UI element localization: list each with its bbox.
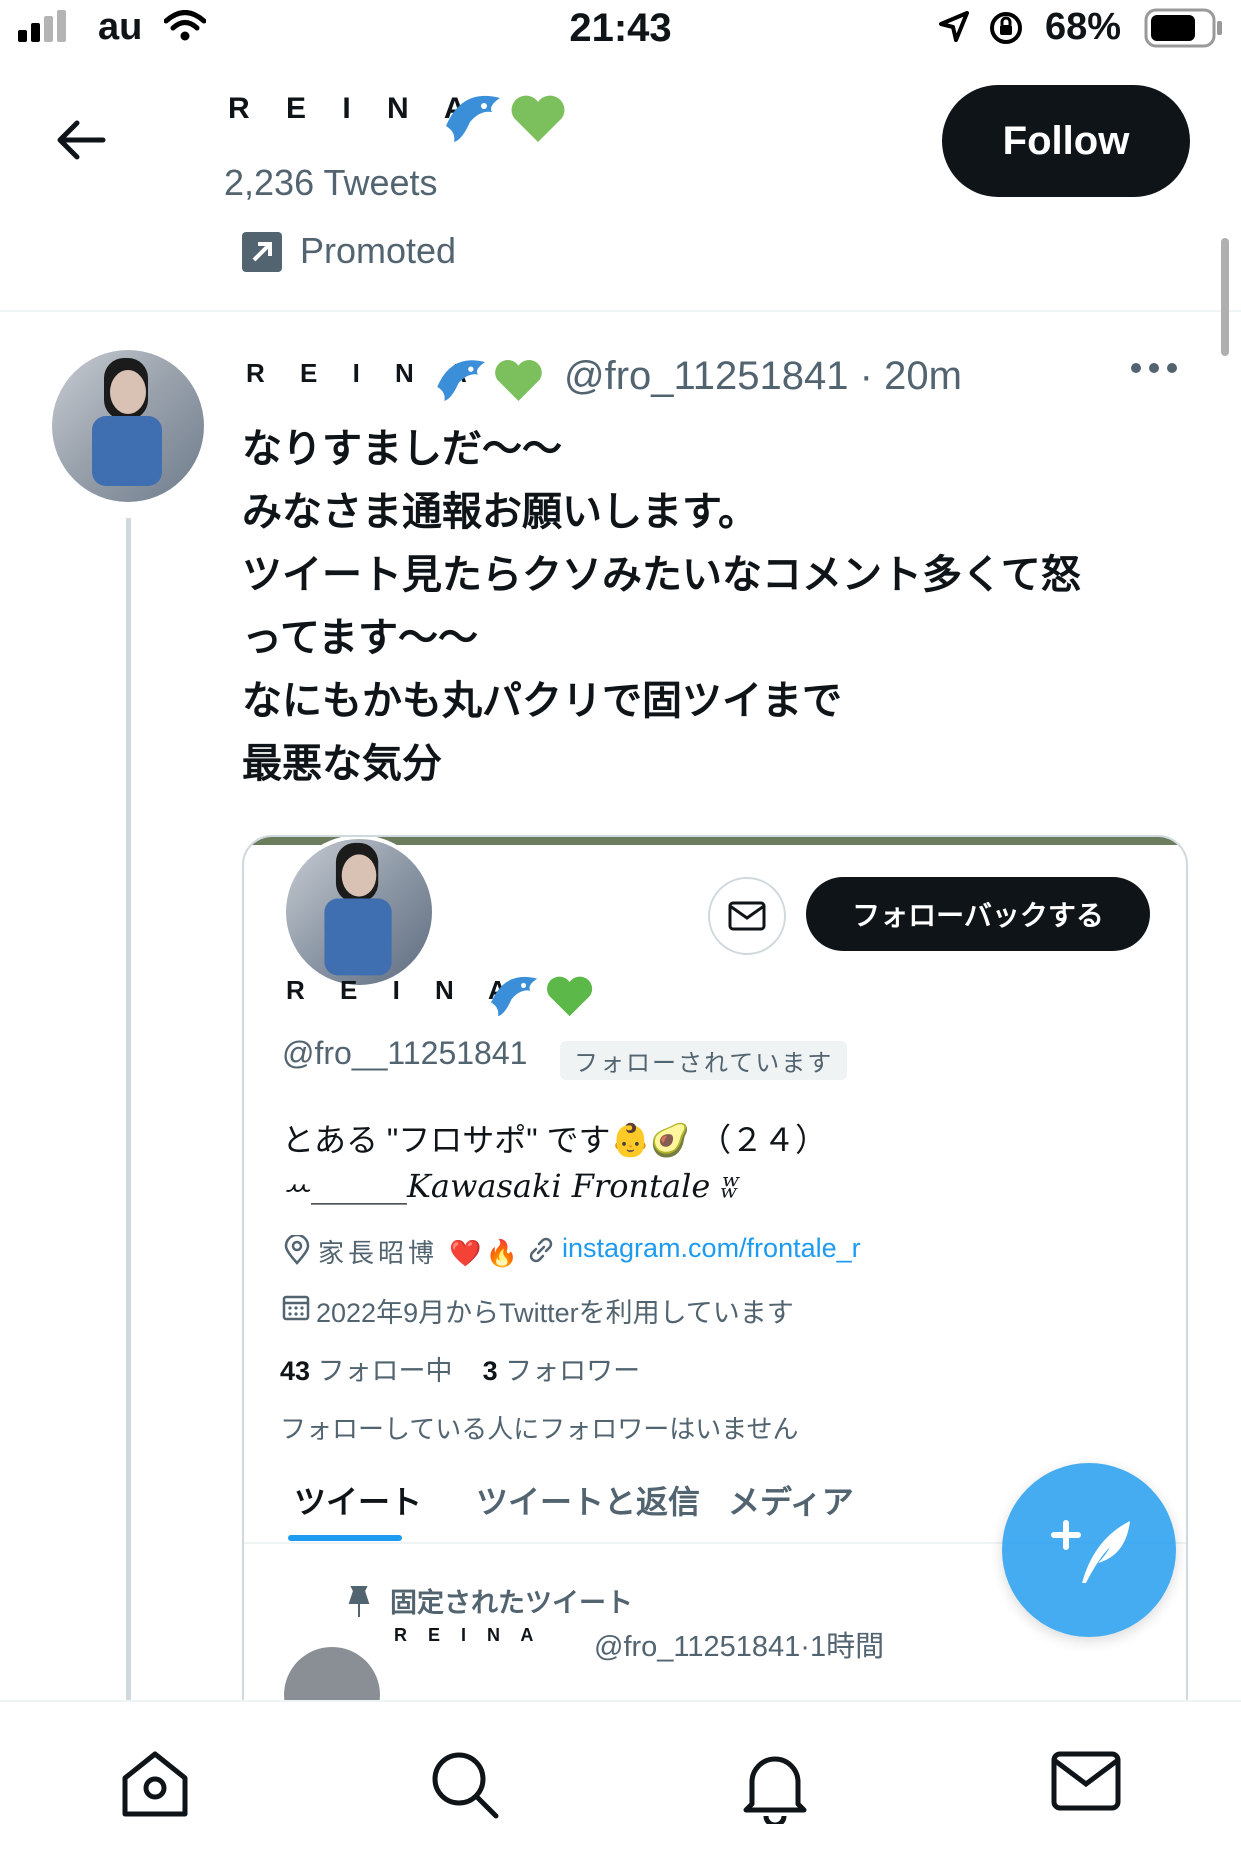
mini-name: R E I N A <box>394 1625 542 1645</box>
tab-replies: ツイートと返信 <box>476 1484 701 1520</box>
scrollbar[interactable] <box>1221 238 1229 356</box>
tweet-line: なりすましだ〜〜 <box>242 427 562 471</box>
no-mutuals-text: フォローしている人にフォロワーはいません <box>280 1414 799 1444</box>
followers-label: フォロワー <box>505 1356 641 1386</box>
embedded-avatar <box>282 837 436 989</box>
promoted-icon <box>242 232 282 272</box>
embedded-handle: @fro__11251841 <box>282 1035 528 1071</box>
home-icon[interactable] <box>117 1748 193 1820</box>
tab-indicator <box>288 1535 402 1541</box>
profile-link: instagram.com/frontale_r <box>562 1233 861 1263</box>
tab-media: メディア <box>728 1484 854 1520</box>
dolphin-heart-icon <box>437 359 542 401</box>
tweet-line: みなさま通報お願いします。 <box>242 490 758 534</box>
tweet-line: 最悪な気分 <box>242 742 442 786</box>
tweet-name-emoji <box>430 348 554 413</box>
mini-handle: @fro_11251841·1時間 <box>594 1631 885 1663</box>
following-count: 43 <box>280 1356 311 1386</box>
follow-stats: 43 フォロー中 3 フォロワー <box>280 1349 640 1388</box>
avatar[interactable] <box>52 350 204 502</box>
battery-percent: 68% <box>1045 6 1122 48</box>
bell-icon[interactable] <box>740 1748 810 1824</box>
link-icon <box>529 1237 553 1263</box>
location-arrow-icon <box>939 11 969 42</box>
promoted-label: Promoted <box>300 230 457 271</box>
location-icon <box>284 1235 310 1265</box>
bio-line: とある "フロサポ" です👶🥑 （２４） <box>282 1122 828 1158</box>
dolphin-heart-icon <box>446 95 565 142</box>
tweet-handle-time[interactable]: @fro_11251841 · 20m <box>564 354 962 399</box>
battery-icon <box>1144 8 1222 48</box>
tweet-line: なにもかも丸パクリで固ツイまで <box>242 679 842 723</box>
follow-button[interactable]: Follow <box>942 85 1190 197</box>
profile-location: 家長昭博 ❤️🔥 <box>318 1238 522 1268</box>
embedded-name-emoji <box>484 965 604 1028</box>
follows-you-badge: フォローされています <box>560 1041 848 1080</box>
back-arrow-icon[interactable] <box>55 118 107 162</box>
name-emoji <box>440 82 576 155</box>
more-icon[interactable] <box>1130 360 1178 376</box>
tweet-line: ツイート見たらクソみたいなコメント多くて怒 <box>242 553 1081 597</box>
rotation-lock-icon <box>990 12 1022 44</box>
search-icon[interactable] <box>428 1748 500 1820</box>
follow-back-button: フォローバックする <box>806 877 1150 951</box>
compose-icon <box>1051 1520 1130 1583</box>
tweet-count: 2,236 Tweets <box>224 162 438 203</box>
dolphin-heart-icon <box>491 976 593 1017</box>
tab-tweets: ツイート <box>294 1484 423 1520</box>
tweet-image[interactable]: フォローバックする R E I N A @fro__11251841 フォローさ… <box>242 835 1188 1799</box>
pinned-label: 固定されたツイート <box>390 1588 633 1618</box>
message-button <box>708 877 786 955</box>
calendar-icon <box>282 1295 310 1321</box>
bio-line: ꕀ______Kawasaki Frontale ʬ <box>282 1167 740 1205</box>
thread-line <box>126 518 131 1700</box>
mail-icon[interactable] <box>1050 1748 1122 1812</box>
following-label: フォロー中 <box>317 1356 453 1386</box>
mail-icon <box>728 901 766 931</box>
tweet-line: ってます〜〜 <box>242 616 478 660</box>
compose-button[interactable] <box>1002 1463 1176 1637</box>
followers-count: 3 <box>482 1356 498 1386</box>
tweet-text: なりすましだ〜〜 みなさま通報お願いします。 ツイート見たらクソみたいなコメント… <box>242 418 1172 796</box>
pin-icon <box>348 1586 370 1617</box>
status-bar: au 21:43 68% <box>0 0 1241 58</box>
joined-date: 2022年9月からTwitterを利用しています <box>316 1298 794 1328</box>
